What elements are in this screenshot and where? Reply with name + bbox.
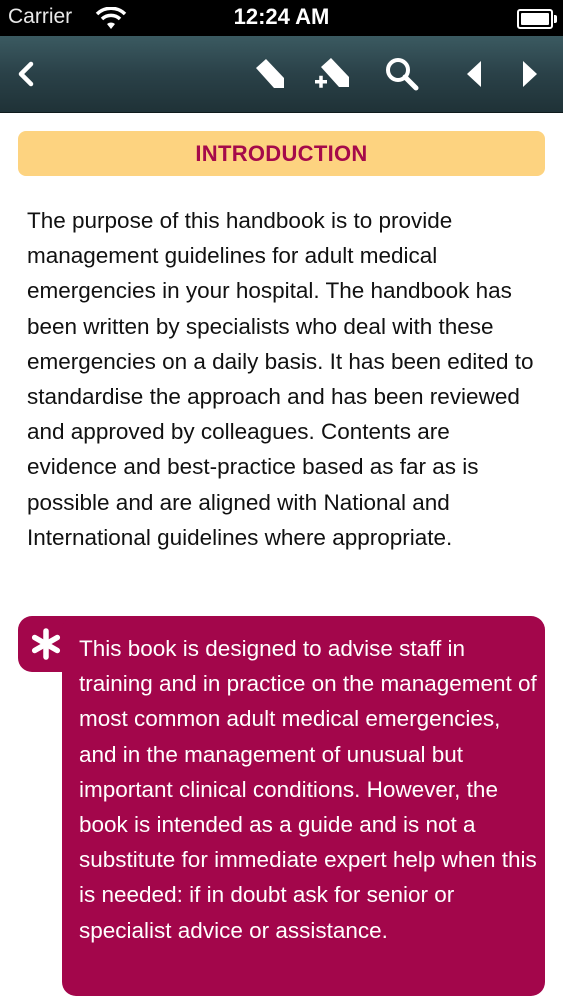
asterisk-icon: [31, 628, 61, 660]
bookmark-add-icon: [315, 58, 349, 88]
back-button[interactable]: [4, 54, 48, 94]
section-title: INTRODUCTION: [195, 140, 368, 166]
battery-icon: [517, 9, 557, 29]
search-button[interactable]: [380, 54, 424, 94]
intro-paragraph: The purpose of this handbook is to provi…: [27, 208, 534, 550]
bookmark-icon: [256, 59, 284, 88]
search-icon: [386, 58, 419, 91]
section-header: INTRODUCTION: [18, 131, 545, 176]
previous-page-button[interactable]: [452, 54, 496, 94]
triangle-left-icon: [467, 61, 481, 87]
chevron-left-icon: [18, 61, 34, 87]
status-bar: Carrier 12:24 AM: [0, 0, 563, 36]
bookmark-button[interactable]: [248, 54, 292, 94]
toolbar: [0, 36, 563, 113]
triangle-right-icon: [523, 61, 537, 87]
next-page-button[interactable]: [508, 54, 552, 94]
status-time: 12:24 AM: [233, 4, 330, 29]
add-bookmark-button[interactable]: [310, 54, 354, 94]
callout-text: This book is designed to advise staff in…: [79, 636, 537, 943]
